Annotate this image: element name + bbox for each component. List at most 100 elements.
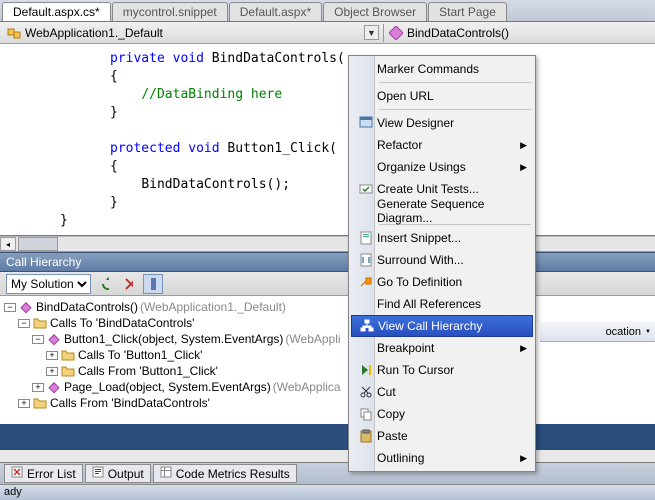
tree-row[interactable]: +Calls From 'BindDataControls' [4, 395, 651, 411]
menu-item-view-call-hierarchy[interactable]: View Call Hierarchy [351, 315, 533, 337]
type-selector-label: WebApplication1._Default [25, 26, 163, 40]
method-icon [46, 380, 62, 394]
menu-item-label: Open URL [377, 89, 529, 103]
submenu-arrow-icon: ▶ [520, 343, 529, 354]
scroll-thumb[interactable] [18, 237, 58, 251]
menu-item-label: Create Unit Tests... [377, 182, 529, 196]
method-icon [46, 332, 62, 346]
tab-object-browser[interactable]: Object Browser [323, 2, 427, 21]
folder-icon [32, 317, 48, 329]
collapse-icon[interactable]: − [18, 319, 30, 328]
copy-icon [355, 406, 377, 422]
menu-item-generate-sequence-diagram[interactable]: Generate Sequence Diagram... [351, 200, 533, 222]
metrics-icon [160, 466, 172, 481]
call-hierarchy-tree[interactable]: −BindDataControls() (WebApplication1._De… [0, 296, 655, 424]
tree-item-label: Calls To 'Button1_Click' [78, 348, 202, 362]
editor-hscrollbar[interactable]: ◂ [0, 236, 655, 252]
tab-output[interactable]: Output [85, 464, 151, 483]
method-icon [18, 300, 34, 314]
blank-icon [355, 203, 377, 219]
menu-item-label: Refactor [377, 138, 520, 152]
tree-item-label: Page_Load(object, System.EventArgs) [64, 380, 271, 394]
chevron-down-icon[interactable]: ▼ [645, 329, 651, 335]
toggle-details-button[interactable] [143, 274, 163, 294]
scroll-left-icon[interactable]: ◂ [0, 237, 16, 251]
editor-context-menu[interactable]: Marker Commands Open URL View Designer Refa… [348, 55, 536, 472]
collapse-icon[interactable]: − [32, 335, 44, 344]
menu-item-label: View Designer [377, 116, 529, 130]
tree-item-label: Calls To 'BindDataControls' [50, 316, 194, 330]
blank-icon [355, 137, 377, 153]
menu-item-surround-with[interactable]: Surround With... [351, 249, 533, 271]
menu-item-label: View Call Hierarchy [378, 319, 528, 333]
expand-icon[interactable]: + [32, 383, 44, 392]
type-selector[interactable]: WebApplication1._Default ▼ [6, 24, 379, 42]
menu-item-label: Surround With... [377, 253, 529, 267]
tree-row[interactable]: +Calls From 'Button1_Click' [4, 363, 651, 379]
menu-item-label: Go To Definition [377, 275, 529, 289]
menu-item-refactor[interactable]: Refactor▶ [351, 134, 533, 156]
scope-selector[interactable]: My Solution [6, 274, 91, 294]
tree-row[interactable]: +Page_Load(object, System.EventArgs) (We… [4, 379, 651, 395]
menu-item-paste[interactable]: Paste [351, 425, 533, 447]
expand-icon[interactable]: + [18, 399, 30, 408]
menu-item-find-all-references[interactable]: Find All References [351, 293, 533, 315]
member-selector[interactable]: BindDataControls() [388, 24, 649, 42]
call-hierarchy-toolbar: My Solution [0, 272, 655, 296]
menu-item-copy[interactable]: Copy [351, 403, 533, 425]
menu-item-go-to-definition[interactable]: Go To Definition [351, 271, 533, 293]
tab-error-list[interactable]: Error List [4, 464, 83, 483]
menu-separator [379, 82, 531, 83]
refresh-button[interactable] [95, 274, 115, 294]
code-editor[interactable]: private void BindDataControls( { //DataB… [0, 44, 655, 236]
collapse-icon[interactable]: − [4, 303, 16, 312]
submenu-arrow-icon: ▶ [520, 162, 529, 173]
call-hierarchy-title: Call Hierarchy [0, 252, 655, 272]
surround-icon [355, 252, 377, 268]
menu-item-organize-usings[interactable]: Organize Usings▶ [351, 156, 533, 178]
paste-icon [355, 428, 377, 444]
folder-icon [60, 365, 76, 377]
menu-item-marker-commands[interactable]: Marker Commands [351, 58, 533, 80]
blank-icon [355, 340, 377, 356]
tree-row[interactable]: −BindDataControls() (WebApplication1._De… [4, 299, 651, 315]
tab-mycontrol-snippet[interactable]: mycontrol.snippet [112, 2, 228, 21]
output-icon [92, 466, 104, 481]
menu-item-label: Run To Cursor [377, 363, 529, 377]
submenu-arrow-icon: ▶ [520, 453, 529, 464]
menu-item-insert-snippet[interactable]: Insert Snippet... [351, 227, 533, 249]
menu-item-run-to-cursor[interactable]: Run To Cursor [351, 359, 533, 381]
expand-icon[interactable]: + [46, 351, 58, 360]
menu-item-breakpoint[interactable]: Breakpoint▶ [351, 337, 533, 359]
tree-item-context: (WebApplication1._Default) [140, 300, 286, 314]
menu-item-outlining[interactable]: Outlining▶ [351, 447, 533, 469]
tab-default-cs[interactable]: Default.aspx.cs* [2, 2, 111, 21]
menu-item-label: Find All References [377, 297, 529, 311]
goto-icon [355, 274, 377, 290]
tree-row[interactable]: + Calls To 'Button1_Click' [4, 347, 651, 363]
class-icon [6, 25, 22, 41]
hierarchy-icon [356, 318, 378, 334]
column-label: ocation [606, 326, 641, 338]
blank-icon [355, 159, 377, 175]
menu-separator [379, 109, 531, 110]
menu-item-label: Generate Sequence Diagram... [377, 197, 529, 225]
menu-item-label: Breakpoint [377, 341, 520, 355]
delete-button[interactable] [119, 274, 139, 294]
menu-item-cut[interactable]: Cut [351, 381, 533, 403]
blank-icon [355, 61, 377, 77]
member-selector-label: BindDataControls() [407, 26, 509, 40]
tab-default-aspx[interactable]: Default.aspx* [229, 2, 322, 21]
menu-item-open-url[interactable]: Open URL [351, 85, 533, 107]
document-tabs: Default.aspx.cs* mycontrol.snippet Defau… [0, 0, 655, 22]
run-icon [355, 362, 377, 378]
menu-item-view-designer[interactable]: View Designer [351, 112, 533, 134]
tab-code-metrics[interactable]: Code Metrics Results [153, 464, 297, 483]
tab-start-page[interactable]: Start Page [428, 2, 507, 21]
cut-icon [355, 384, 377, 400]
separator-strip [0, 450, 655, 462]
tree-item-label: Button1_Click(object, System.EventArgs) [64, 332, 283, 346]
expand-icon[interactable]: + [46, 367, 58, 376]
dropdown-icon[interactable]: ▼ [364, 25, 379, 40]
blank-icon [355, 450, 377, 466]
